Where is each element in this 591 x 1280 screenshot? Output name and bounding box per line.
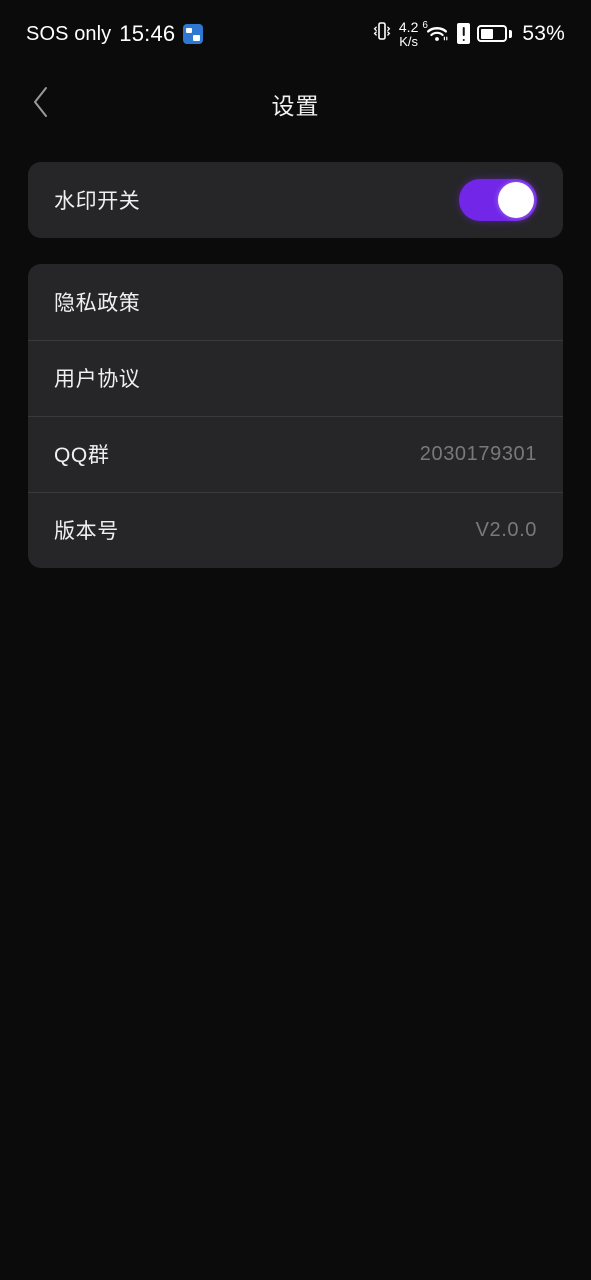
battery-icon (477, 25, 513, 43)
watermark-label: 水印开关 (54, 190, 141, 213)
status-time: 15:46 (119, 21, 176, 46)
wifi-icon: 6 (422, 21, 450, 43)
back-button[interactable] (18, 81, 64, 127)
row-label: 版本号 (54, 520, 119, 543)
row-user-agreement[interactable]: 用户协议 (28, 340, 563, 416)
row-version[interactable]: 版本号 V2.0.0 (28, 492, 563, 568)
phone-screen: SOS only 15:46 4.2 K/s 6 53% 设置 水印开关 隐私政… (0, 0, 591, 1280)
status-bar-left: SOS only 15:46 (26, 21, 204, 47)
network-speed-unit: K/s (399, 33, 419, 49)
battery-body (477, 25, 508, 43)
row-label: QQ群 (54, 444, 110, 467)
network-speed-value: 4.2 (398, 19, 419, 36)
row-privacy-policy[interactable]: 隐私政策 (28, 264, 563, 340)
app-badge-icon (183, 24, 204, 44)
battery-fill (480, 28, 494, 39)
status-bar-right: 4.2 K/s 6 53% (373, 20, 565, 48)
carrier-label: SOS only (26, 22, 112, 45)
chevron-left-icon (29, 85, 53, 124)
settings-content: 水印开关 隐私政策 用户协议 QQ群 2030179301 版本号 V2.0.0 (0, 140, 591, 568)
sim-alert-icon (457, 23, 471, 45)
watermark-toggle[interactable] (459, 179, 537, 221)
status-bar: SOS only 15:46 4.2 K/s 6 53% (0, 0, 591, 68)
vibrate-icon (373, 20, 391, 47)
battery-tip (509, 29, 513, 38)
info-card: 隐私政策 用户协议 QQ群 2030179301 版本号 V2.0.0 (28, 264, 563, 568)
watermark-row[interactable]: 水印开关 (28, 162, 563, 238)
page-title: 设置 (271, 93, 320, 119)
watermark-card: 水印开关 (28, 162, 563, 238)
row-value: V2.0.0 (475, 518, 537, 541)
row-label: 隐私政策 (54, 292, 141, 315)
row-qq-group[interactable]: QQ群 2030179301 (28, 416, 563, 492)
wifi-generation-label: 6 (422, 20, 428, 32)
app-header: 设置 (0, 68, 591, 140)
toggle-knob (498, 182, 534, 218)
network-speed-indicator: 4.2 K/s (399, 20, 418, 48)
battery-percent-label: 53% (522, 21, 565, 45)
row-value: 2030179301 (419, 442, 537, 465)
row-label: 用户协议 (54, 368, 141, 391)
